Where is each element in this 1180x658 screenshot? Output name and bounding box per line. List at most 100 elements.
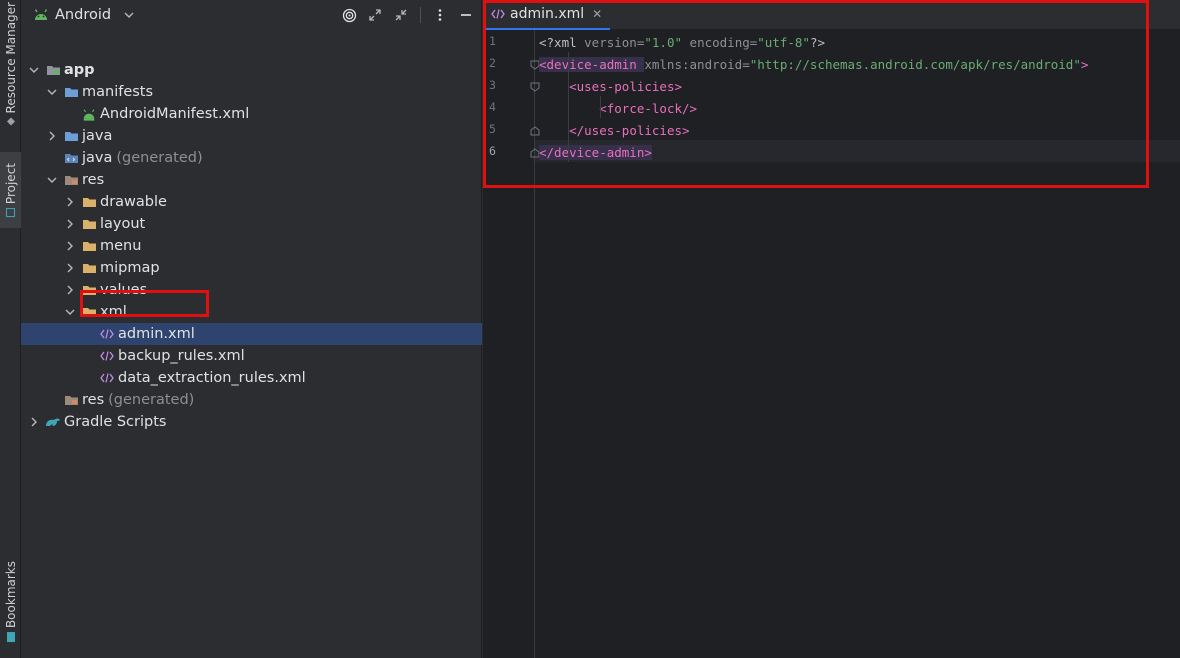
- code-token: "http://schemas.android.com/apk/res/andr…: [749, 56, 1081, 72]
- tree-item[interactable]: java (generated): [21, 147, 482, 169]
- editor-area: admin.xml ✕ 1 2 3 4 5 6 <?xml version= "1.0" e…: [483, 0, 1180, 658]
- chevron-right-icon[interactable]: [63, 195, 77, 209]
- chevron-down-icon[interactable]: [27, 63, 41, 77]
- resource-manager-tab[interactable]: Resource Manager: [0, 2, 21, 122]
- tree-item[interactable]: res: [21, 169, 482, 191]
- tree-item[interactable]: admin.xml: [21, 323, 482, 345]
- tree-item-label: app: [64, 62, 95, 78]
- bookmarks-tab[interactable]: Bookmarks: [0, 560, 21, 644]
- chevron-right-icon[interactable]: [45, 129, 59, 143]
- tree-item-label: xml: [100, 304, 127, 320]
- close-icon[interactable]: ✕: [592, 7, 602, 21]
- tree-item[interactable]: menu: [21, 235, 482, 257]
- chevron-right-icon[interactable]: [63, 239, 77, 253]
- toolbar-separator: [420, 7, 421, 23]
- tree-item-label: drawable: [100, 194, 167, 210]
- tree-item-label: manifests: [82, 84, 154, 100]
- hide-panel-button[interactable]: [457, 5, 475, 25]
- chevron-down-icon[interactable]: [45, 173, 59, 187]
- chevron-right-icon[interactable]: [63, 217, 77, 231]
- tree-item[interactable]: xml: [21, 301, 482, 323]
- indent-guide: [600, 96, 601, 118]
- tree-item[interactable]: res (generated): [21, 389, 482, 411]
- folder-yellow-icon: [81, 283, 97, 297]
- tree-item[interactable]: manifests: [21, 81, 482, 103]
- tree-item[interactable]: layout: [21, 213, 482, 235]
- code-token: <uses-policies>: [569, 78, 682, 94]
- tree-item-label: res: [82, 392, 105, 408]
- code-token: <?xml: [539, 34, 585, 50]
- code-token: encoding=: [689, 34, 758, 50]
- chevron-right-icon[interactable]: [63, 261, 77, 275]
- tree-item-label: res: [82, 172, 105, 188]
- collapse-all-button[interactable]: [392, 5, 410, 25]
- line-number: 3: [489, 78, 496, 92]
- xml-file-icon: [491, 9, 505, 19]
- folder-yellow-icon: [81, 217, 97, 231]
- editor-tab-bar: admin.xml ✕: [483, 0, 1180, 30]
- code-line: </uses-policies>: [539, 119, 689, 141]
- options-menu-button[interactable]: [431, 5, 449, 25]
- project-tools: [340, 5, 475, 25]
- project-panel: Android app manifests AndroidManifest.xm…: [21, 0, 482, 658]
- tree-item-suffix: (generated): [116, 150, 203, 166]
- chevron-right-icon[interactable]: [63, 283, 77, 297]
- code-token: xmlns:android=: [644, 56, 750, 72]
- folder-yellow-icon: [81, 261, 97, 275]
- tree-item-label: values: [100, 282, 148, 298]
- folder-app-icon: [45, 63, 61, 77]
- tab-label: admin.xml: [510, 6, 585, 22]
- expand-all-button[interactable]: [366, 5, 384, 25]
- tree-item-label: backup_rules.xml: [118, 348, 245, 364]
- chevron-right-icon[interactable]: [27, 415, 41, 429]
- tree-item[interactable]: backup_rules.xml: [21, 345, 482, 367]
- tree-item[interactable]: values: [21, 279, 482, 301]
- target-icon: [342, 8, 356, 22]
- line-number: 5: [489, 122, 496, 136]
- xml-file-icon: [99, 349, 115, 363]
- tree-item[interactable]: AndroidManifest.xml: [21, 103, 482, 125]
- tree-item[interactable]: mipmap: [21, 257, 482, 279]
- tree-item[interactable]: java: [21, 125, 482, 147]
- code-token: </device-admin>: [539, 144, 652, 160]
- tree-item-label: admin.xml: [118, 326, 195, 342]
- code-editor[interactable]: 1 2 3 4 5 6 <?xml version= "1.0" encoding= "utf…: [483, 30, 1180, 658]
- line-number: 1: [489, 34, 496, 48]
- tool-window-strip: Resource Manager Project Bookmarks: [0, 0, 21, 658]
- project-tab[interactable]: Project: [0, 152, 21, 228]
- tree-item-label: mipmap: [100, 260, 160, 276]
- code-line: </device-admin>: [539, 141, 652, 163]
- tree-item[interactable]: data_extraction_rules.xml: [21, 367, 482, 389]
- line-number: 2: [489, 56, 496, 70]
- folder-yellow-icon: [81, 239, 97, 253]
- folder-icon: [63, 85, 79, 99]
- project-toolbar: Android: [21, 0, 481, 30]
- chevron-down-icon[interactable]: [45, 85, 59, 99]
- select-opened-file-button[interactable]: [340, 5, 358, 25]
- tree-item[interactable]: Gradle Scripts: [21, 411, 482, 433]
- code-token: >: [1080, 56, 1089, 72]
- line-gutter: 1 2 3 4 5 6: [483, 30, 535, 658]
- folder-yellow-icon: [81, 305, 97, 319]
- tree-item[interactable]: app: [21, 59, 482, 81]
- line-number: 4: [489, 100, 496, 114]
- view-selector[interactable]: Android: [33, 7, 135, 23]
- chevron-down-icon: [124, 12, 134, 18]
- chevron-down-icon[interactable]: [63, 305, 77, 319]
- resource-manager-icon: [7, 118, 15, 126]
- collapse-icon: [395, 9, 407, 21]
- folder-res-icon: [63, 173, 79, 187]
- tab-admin-xml[interactable]: admin.xml ✕: [483, 0, 611, 30]
- code-token: "1.0": [644, 34, 683, 50]
- project-label: Project: [3, 162, 18, 205]
- tree-item[interactable]: drawable: [21, 191, 482, 213]
- gradle-icon: [45, 415, 61, 429]
- bookmarks-label: Bookmarks: [3, 561, 18, 629]
- folder-generated-icon: [63, 151, 79, 165]
- folder-res-icon: [63, 393, 79, 407]
